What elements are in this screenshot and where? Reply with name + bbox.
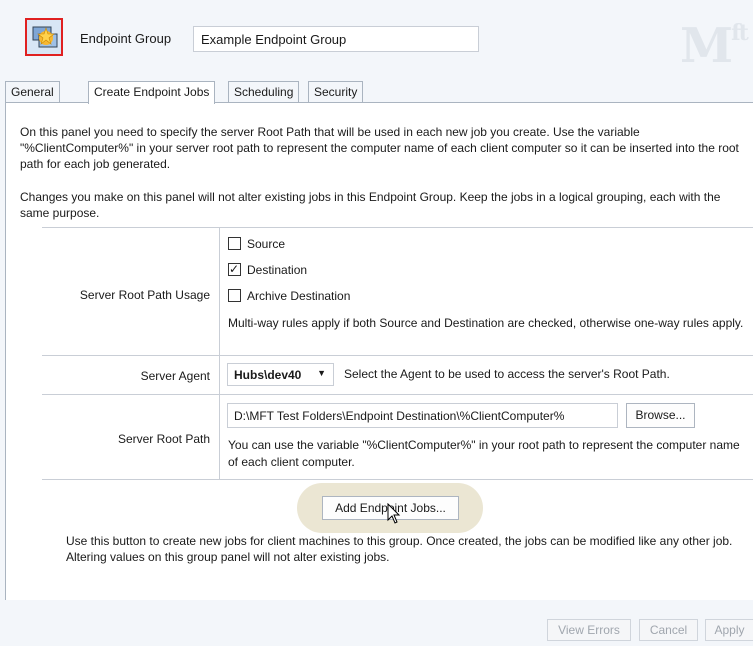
grid-divider: [42, 479, 753, 480]
grid-divider: [42, 394, 753, 395]
destination-checkbox[interactable]: ✓ Destination: [228, 262, 307, 278]
grid-divider: [42, 355, 753, 356]
server-root-path-input[interactable]: D:\MFT Test Folders\Endpoint Destination…: [227, 403, 618, 428]
server-agent-value: Hubs\dev40: [234, 368, 302, 382]
destination-label: Destination: [247, 263, 308, 277]
checkbox-box[interactable]: ✓: [228, 262, 241, 276]
apply-button[interactable]: Apply: [705, 619, 753, 641]
server-agent-label: Server Agent: [140, 369, 210, 383]
root-path-note: You can use the variable "%ClientCompute…: [228, 438, 740, 469]
mouse-pointer-icon: [387, 502, 401, 528]
cancel-button[interactable]: Cancel: [639, 619, 698, 641]
checkbox-box[interactable]: [228, 289, 241, 302]
grid-divider: [42, 227, 753, 228]
add-jobs-note: Use this button to create new jobs for c…: [66, 534, 733, 564]
view-errors-button[interactable]: View Errors: [547, 619, 631, 641]
server-agent-select[interactable]: Hubs\dev40 ▼: [227, 363, 334, 386]
endpoint-group-label: Endpoint Group: [80, 31, 172, 46]
grid-column-divider: [219, 227, 220, 479]
multi-way-rules-note: Multi-way rules apply if both Source and…: [228, 316, 744, 330]
server-root-path-usage-label: Server Root Path Usage: [79, 288, 210, 302]
source-checkbox[interactable]: Source: [228, 236, 285, 252]
source-label: Source: [247, 237, 286, 251]
archive-destination-label: Archive Destination: [247, 289, 351, 303]
checkbox-box[interactable]: [228, 237, 241, 250]
intro-text: On this panel you need to specify the se…: [20, 125, 739, 171]
tab-scheduling[interactable]: Scheduling: [228, 81, 300, 103]
tab-security[interactable]: Security: [308, 81, 364, 103]
browse-button[interactable]: Browse...: [626, 403, 695, 428]
mft-logo: Mft: [680, 18, 749, 74]
checkmark-icon: ✓: [229, 262, 240, 276]
server-root-path-label: Server Root Path: [117, 432, 210, 446]
archive-destination-checkbox[interactable]: Archive Destination: [228, 288, 350, 304]
endpoint-group-name-field[interactable]: Example Endpoint Group: [193, 26, 479, 52]
header: Endpoint Group Example Endpoint Group Mf…: [0, 0, 753, 80]
changes-note: Changes you make on this panel will not …: [20, 190, 721, 220]
tab-general[interactable]: General: [5, 81, 60, 103]
server-agent-note: Select the Agent to be used to access th…: [344, 367, 670, 381]
tab-create-endpoint-jobs[interactable]: Create Endpoint Jobs: [88, 81, 216, 104]
endpoint-group-icon[interactable]: [25, 18, 63, 56]
chevron-down-icon: ▼: [317, 368, 326, 378]
